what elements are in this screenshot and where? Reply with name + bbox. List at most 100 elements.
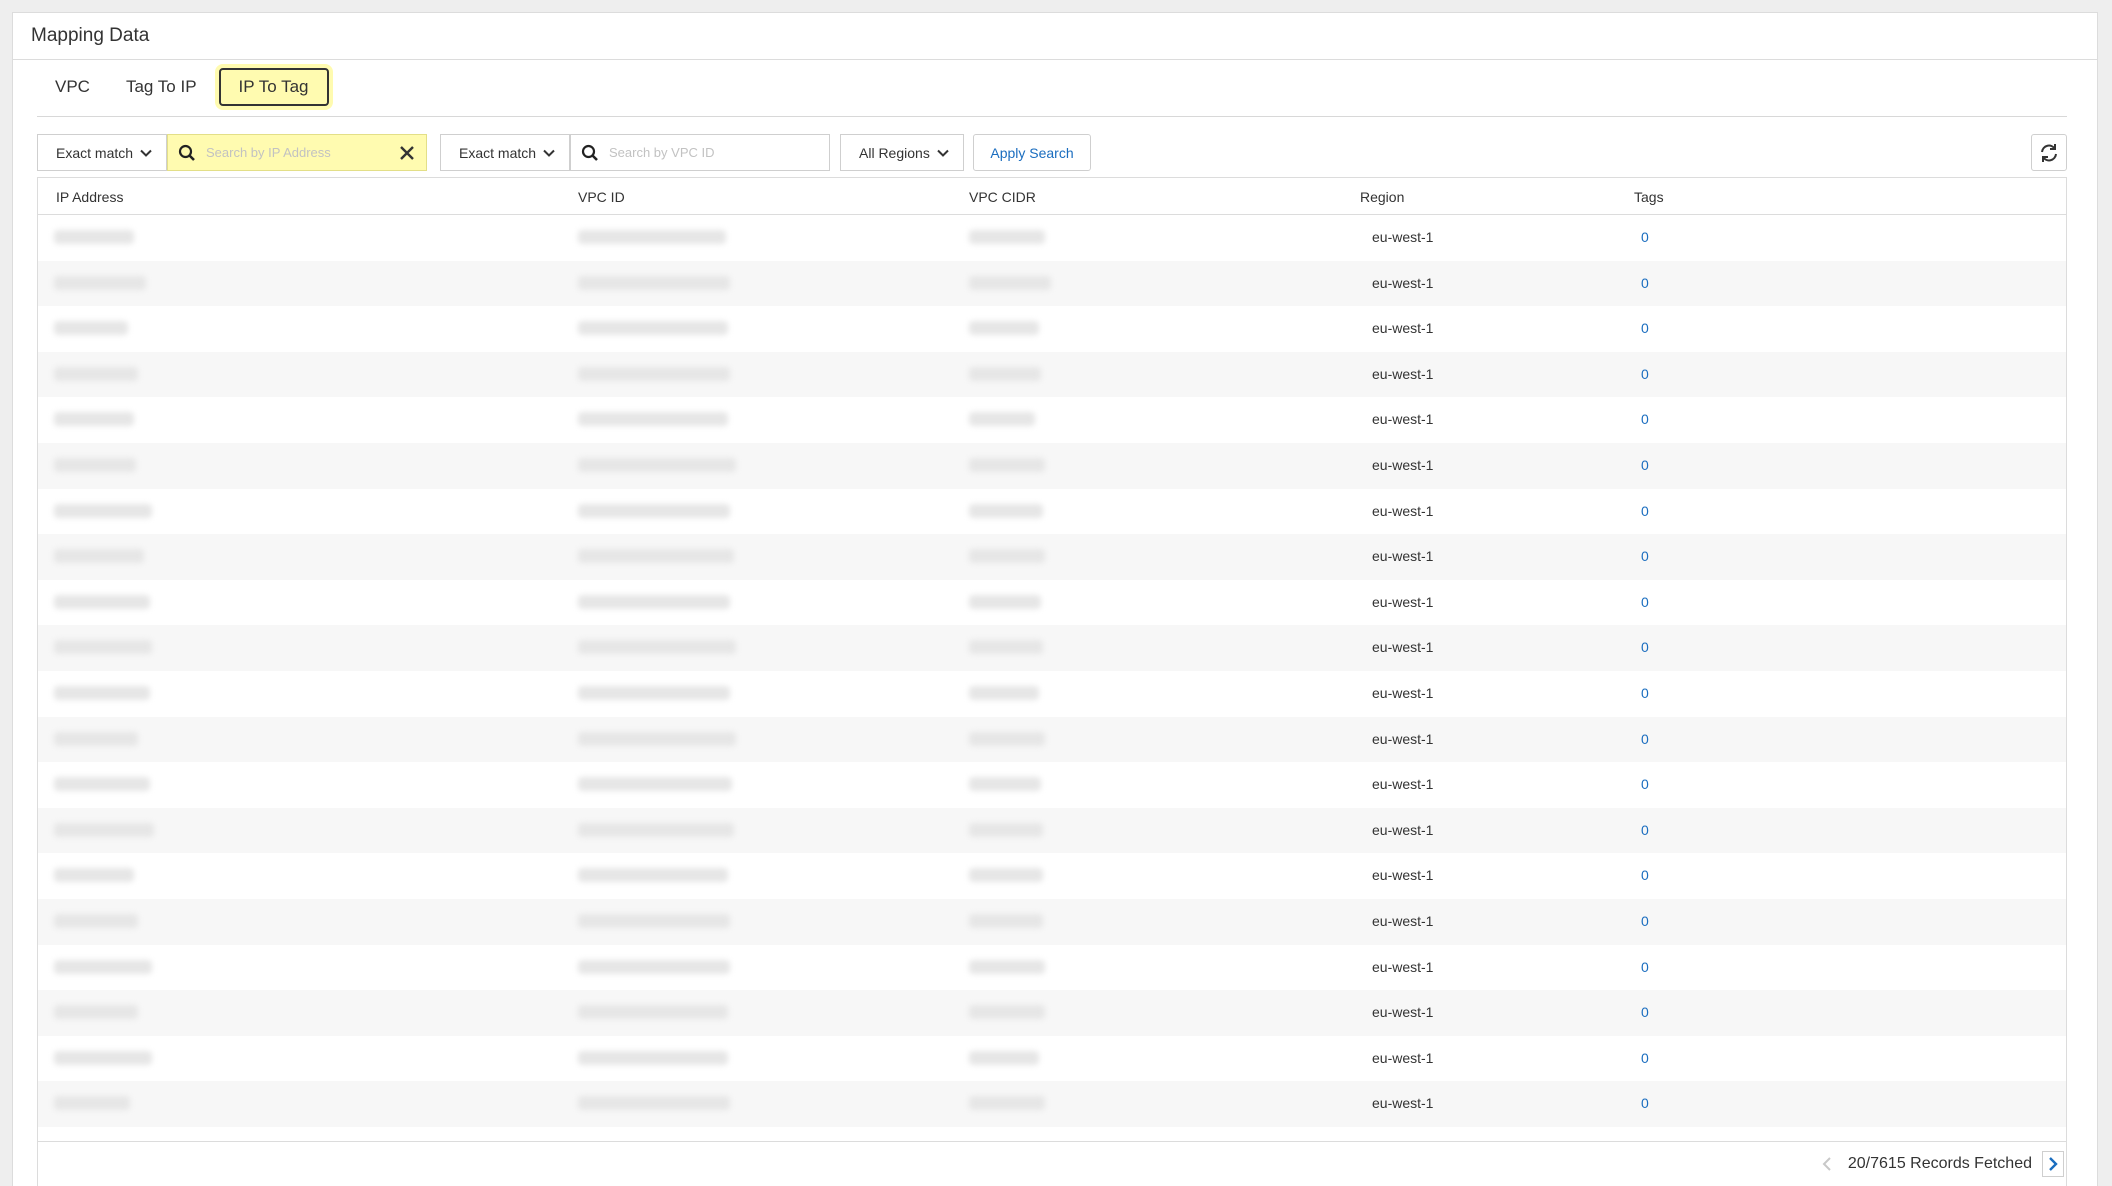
refresh-icon (2041, 143, 2057, 162)
vpc-id-redacted (578, 640, 736, 655)
apply-search-button[interactable]: Apply Search (973, 134, 1091, 171)
column-header-region: Region (1360, 189, 1405, 205)
refresh-button[interactable] (2031, 134, 2067, 171)
column-header-vpc-cidr: VPC CIDR (969, 189, 1036, 205)
vpc-cidr-redacted (969, 321, 1039, 336)
tags-count-link[interactable]: 0 (1641, 275, 1649, 291)
ip-address-redacted (54, 640, 152, 655)
vpc-cidr-redacted (969, 275, 1051, 290)
pagination: 20/7615 Records Fetched (1816, 1151, 2064, 1177)
vpc-id-redacted (578, 685, 730, 700)
vpc-cidr-redacted (969, 685, 1039, 700)
tags-count-link[interactable]: 0 (1641, 457, 1649, 473)
ip-address-redacted (54, 366, 138, 381)
vpc-id-redacted (578, 230, 726, 244)
vpc-id-redacted (578, 1050, 728, 1065)
ip-address-redacted (54, 731, 138, 746)
region-cell: eu-west-1 (1372, 1004, 1434, 1021)
vpc-search-box[interactable] (570, 134, 830, 171)
ip-address-redacted (54, 959, 152, 974)
region-cell: eu-west-1 (1372, 411, 1434, 428)
tags-count-link[interactable]: 0 (1641, 913, 1649, 929)
vpc-id-redacted (578, 1096, 730, 1111)
tags-count-link[interactable]: 0 (1641, 776, 1649, 792)
vpc-id-redacted (578, 594, 730, 609)
vpc-id-redacted (578, 275, 730, 290)
tags-count-link[interactable]: 0 (1641, 548, 1649, 564)
table-row: eu-west-1 0 (38, 898, 2066, 945)
region-cell: eu-west-1 (1372, 1095, 1434, 1112)
vpc-id-redacted (578, 457, 736, 472)
vpc-id-redacted (578, 731, 736, 746)
ip-search-box[interactable] (167, 134, 427, 171)
ip-address-redacted (54, 412, 134, 427)
vpc-cidr-redacted (969, 913, 1043, 928)
ip-address-redacted (54, 1050, 152, 1065)
tags-count-link[interactable]: 0 (1641, 639, 1649, 655)
vpc-match-dropdown[interactable]: Exact match (440, 134, 570, 171)
tags-count-link[interactable]: 0 (1641, 1004, 1649, 1020)
table-row: eu-west-1 0 (38, 351, 2066, 398)
vpc-id-redacted (578, 366, 730, 381)
region-dropdown[interactable]: All Regions (840, 134, 964, 171)
tags-count-link[interactable]: 0 (1641, 1050, 1649, 1066)
tags-count-link[interactable]: 0 (1641, 1095, 1649, 1111)
table-row: eu-west-1 0 (38, 489, 2066, 535)
tags-count-link[interactable]: 0 (1641, 822, 1649, 838)
vpc-cidr-redacted (969, 412, 1035, 427)
ip-search-input[interactable] (206, 145, 398, 160)
table-row: eu-west-1 0 (38, 215, 2066, 261)
region-cell: eu-west-1 (1372, 456, 1434, 473)
tags-count-link[interactable]: 0 (1641, 959, 1649, 975)
tab-ip-to-tag[interactable]: IP To Tag (218, 67, 329, 106)
vpc-cidr-redacted (969, 868, 1043, 883)
clear-icon[interactable] (398, 144, 416, 162)
vpc-search-input[interactable] (609, 145, 819, 160)
table-row: eu-west-1 0 (38, 1081, 2066, 1127)
vpc-id-redacted (578, 503, 730, 518)
next-page-button[interactable] (2042, 1151, 2064, 1177)
table-row: eu-west-1 0 (38, 807, 2066, 854)
tab-vpc[interactable]: VPC (37, 68, 108, 106)
records-fetched-count: 20/7615 Records Fetched (1847, 1155, 2032, 1172)
previous-page-button[interactable] (1816, 1151, 1838, 1177)
ip-address-redacted (54, 457, 136, 472)
vpc-cidr-redacted (969, 503, 1043, 518)
region-cell: eu-west-1 (1372, 958, 1434, 975)
tags-count-link[interactable]: 0 (1641, 366, 1649, 382)
ip-address-redacted (54, 777, 150, 792)
table-row: eu-west-1 0 (38, 442, 2066, 489)
vpc-id-redacted (578, 959, 730, 974)
region-cell: eu-west-1 (1372, 867, 1434, 884)
tags-count-link[interactable]: 0 (1641, 731, 1649, 747)
chevron-right-icon (2049, 1157, 2058, 1171)
vpc-id-redacted (578, 549, 734, 564)
tab-tag-to-ip[interactable]: Tag To IP (108, 68, 215, 106)
tags-count-link[interactable]: 0 (1641, 229, 1649, 245)
table-row: eu-west-1 0 (38, 534, 2066, 580)
region-cell: eu-west-1 (1372, 639, 1434, 656)
table-row: eu-west-1 0 (38, 853, 2066, 899)
ip-address-redacted (54, 822, 154, 837)
table-row: eu-west-1 0 (38, 716, 2066, 763)
table-row: eu-west-1 0 (38, 1036, 2066, 1082)
table-footer: 20/7615 Records Fetched (38, 1141, 2066, 1181)
ip-to-tag-table: IP Address VPC ID VPC CIDR Region Tags e… (37, 177, 2067, 1186)
region-cell: eu-west-1 (1372, 593, 1434, 610)
region-cell: eu-west-1 (1372, 365, 1434, 382)
vpc-cidr-redacted (969, 822, 1043, 837)
vpc-cidr-redacted (969, 1005, 1045, 1020)
tags-count-link[interactable]: 0 (1641, 867, 1649, 883)
tags-count-link[interactable]: 0 (1641, 685, 1649, 701)
ip-match-dropdown[interactable]: Exact match (37, 134, 167, 171)
vpc-cidr-redacted (969, 959, 1045, 974)
tags-count-link[interactable]: 0 (1641, 594, 1649, 610)
vpc-id-redacted (578, 822, 734, 837)
tags-count-link[interactable]: 0 (1641, 503, 1649, 519)
table-row: eu-west-1 0 (38, 306, 2066, 352)
chevron-left-icon (1822, 1157, 1831, 1171)
tags-count-link[interactable]: 0 (1641, 411, 1649, 427)
tags-count-link[interactable]: 0 (1641, 320, 1649, 336)
vpc-cidr-redacted (969, 594, 1041, 609)
table-row: eu-west-1 0 (38, 580, 2066, 626)
